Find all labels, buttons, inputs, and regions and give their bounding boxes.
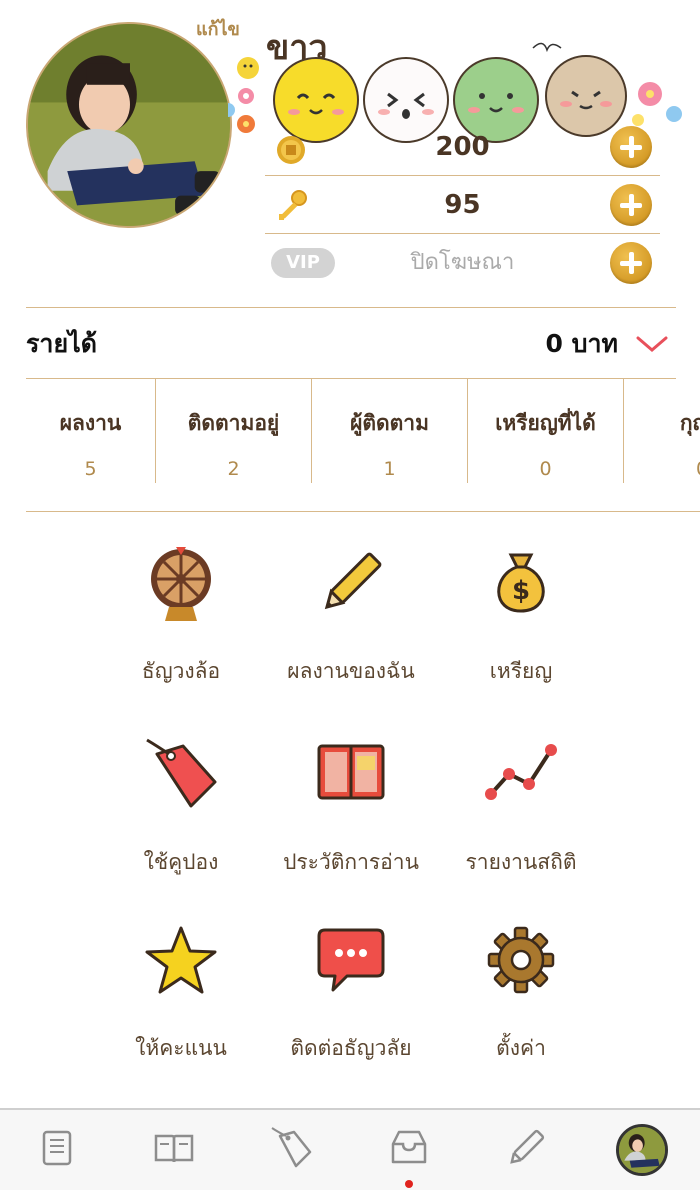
stat-label: ผลงาน xyxy=(59,411,122,435)
remove-ads-button[interactable] xyxy=(610,242,652,284)
menu-coupon[interactable]: ใช้คูปอง xyxy=(96,736,266,906)
stat-label: ผู้ติดตาม xyxy=(350,411,429,435)
tab-inbox[interactable] xyxy=(387,1126,431,1170)
menu-label: ติดต่อธัญวลัย xyxy=(290,1036,412,1060)
pencil-icon xyxy=(324,552,382,610)
key-icon xyxy=(279,190,307,220)
stat-value: 5 xyxy=(84,458,97,480)
coin-row: 200 xyxy=(265,118,660,176)
menu-label: ผลงานของฉัน xyxy=(287,659,415,683)
coin-balance: 200 xyxy=(435,132,490,162)
income-label: รายได้ xyxy=(26,329,97,358)
menu-label: ธัญวงล้อ xyxy=(141,659,221,683)
stat-label: กุญแ xyxy=(679,411,700,435)
menu-label: ประวัติการอ่าน xyxy=(283,850,419,874)
menu-label: ใช้คูปอง xyxy=(143,850,219,874)
inbox-notification-dot xyxy=(405,1180,413,1188)
menu-label: ตั้งค่า xyxy=(496,1036,546,1060)
bottom-tab-bar xyxy=(0,1108,700,1190)
stats-strip[interactable]: ผลงาน 5 ติดตามอยู่ 2 ผู้ติดตาม 1 เหรียญท… xyxy=(26,379,700,512)
menu-label: รายงานสถิติ xyxy=(465,850,577,874)
income-value: 0 บาท xyxy=(545,329,619,358)
stat-value: 2 xyxy=(227,458,240,480)
menu-my-works[interactable]: ผลงานของฉัน xyxy=(266,545,436,715)
tab-reading[interactable] xyxy=(152,1126,196,1170)
stat-works[interactable]: ผลงาน 5 xyxy=(26,379,156,483)
stat-keys[interactable]: กุญแ 0 xyxy=(624,379,700,483)
menu-statistics[interactable]: รายงานสถิติ xyxy=(436,736,606,906)
scroll-icon xyxy=(42,1130,72,1166)
open-book-icon xyxy=(154,1134,194,1163)
tab-profile[interactable] xyxy=(616,1124,668,1176)
tab-write[interactable] xyxy=(504,1126,548,1170)
menu-contact[interactable]: ติดต่อธัญวลัย xyxy=(266,922,436,1092)
pen-icon xyxy=(510,1129,545,1164)
chart-line-icon xyxy=(485,744,557,800)
gear-icon xyxy=(487,926,555,994)
stat-label: เหรียญที่ได้ xyxy=(495,411,596,435)
inbox-icon xyxy=(391,1130,427,1164)
menu-label: ให้คะแนน xyxy=(135,1036,227,1060)
income-bar[interactable]: รายได้ 0 บาท xyxy=(26,307,676,379)
stat-followers[interactable]: ผู้ติดตาม 1 xyxy=(312,379,468,483)
stat-value: 1 xyxy=(383,458,396,480)
remove-ads-label: ปิดโฆษณา xyxy=(410,250,515,275)
stat-coins-earned[interactable]: เหรียญที่ได้ 0 xyxy=(468,379,624,483)
profile-avatar[interactable] xyxy=(26,22,232,228)
svg-text:$: $ xyxy=(512,576,530,606)
tab-library[interactable] xyxy=(36,1126,80,1170)
coin-icon xyxy=(277,136,305,164)
key-balance: 95 xyxy=(444,190,481,220)
stat-label: ติดตามอยู่ xyxy=(187,411,280,435)
profile-avatar xyxy=(619,1127,665,1173)
chevron-down-icon[interactable] xyxy=(636,332,668,356)
add-coin-button[interactable] xyxy=(610,126,652,168)
wheel-icon xyxy=(151,547,211,621)
book-icon xyxy=(317,744,385,800)
menu-settings[interactable]: ตั้งค่า xyxy=(436,922,606,1092)
menu-rate[interactable]: ให้คะแนน xyxy=(96,922,266,1092)
stat-value: 0 xyxy=(624,458,700,480)
tab-sale[interactable] xyxy=(270,1126,314,1170)
money-bag-icon: $ xyxy=(497,553,545,613)
sale-tag-icon xyxy=(271,1127,312,1168)
key-row: 95 xyxy=(265,176,660,234)
menu-label: เหรียญ xyxy=(489,659,553,683)
add-key-button[interactable] xyxy=(610,184,652,226)
menu-reading-history[interactable]: ประวัติการอ่าน xyxy=(266,736,436,906)
menu-coins[interactable]: $ เหรียญ xyxy=(436,545,606,715)
tag-icon xyxy=(146,738,217,808)
stat-following[interactable]: ติดตามอยู่ 2 xyxy=(156,379,312,483)
vip-row: VIP ปิดโฆษณา xyxy=(265,234,660,292)
menu-wheel[interactable]: ธัญวงล้อ xyxy=(96,545,266,715)
stat-value: 0 xyxy=(539,458,552,480)
chat-icon xyxy=(317,928,385,992)
star-icon xyxy=(145,926,217,994)
